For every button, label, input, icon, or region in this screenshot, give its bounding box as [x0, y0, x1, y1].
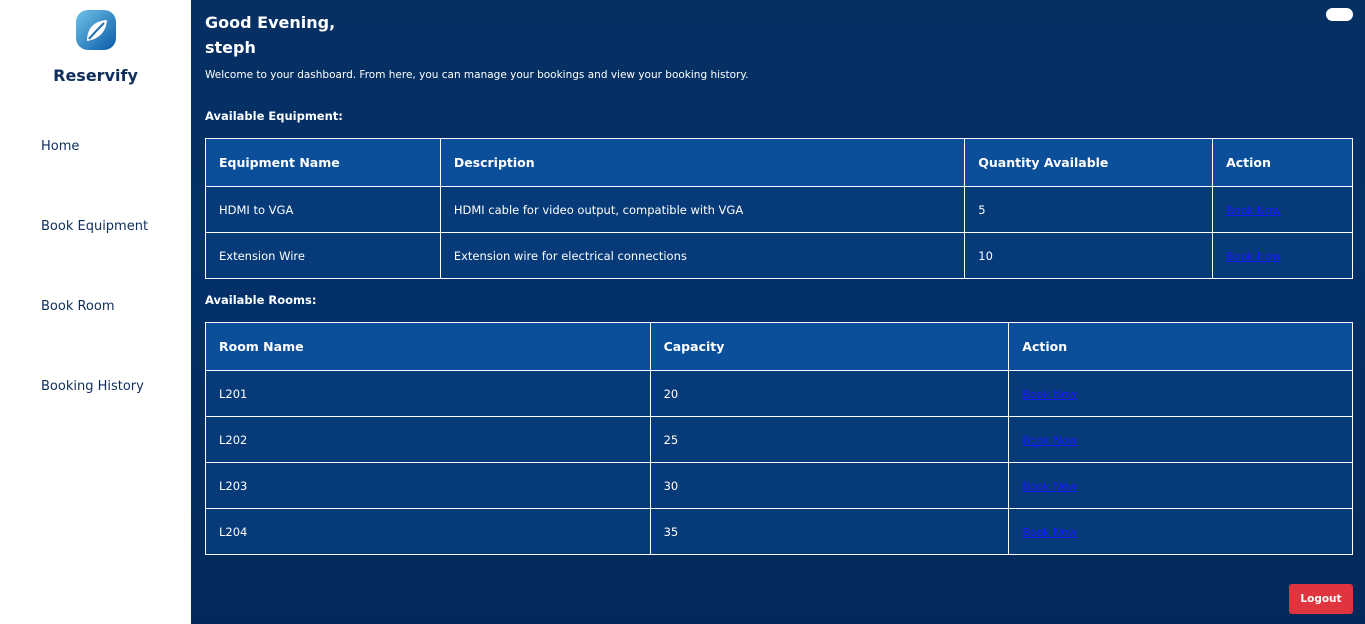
table-header-row: Room Name Capacity Action	[205, 322, 1353, 371]
action-cell: Book Now	[1212, 186, 1353, 233]
table-row: Extension Wire Extension wire for electr…	[205, 232, 1353, 279]
column-header: Quantity Available	[964, 138, 1214, 187]
book-now-link[interactable]: Book Now	[1022, 434, 1077, 447]
sidebar: Reservify Home Book Equipment Book Room …	[0, 0, 191, 624]
column-header: Equipment Name	[205, 138, 441, 187]
equipment-name: Extension Wire	[205, 232, 441, 279]
logout-button[interactable]: Logout	[1289, 584, 1353, 614]
theme-toggle[interactable]	[1326, 8, 1353, 21]
equipment-name: HDMI to VGA	[205, 186, 441, 233]
equipment-table: Equipment Name Description Quantity Avai…	[205, 138, 1353, 279]
room-name: L204	[205, 508, 651, 555]
action-cell: Book Now	[1008, 508, 1353, 555]
user-name: steph	[205, 38, 256, 57]
equipment-quantity: 5	[964, 186, 1214, 233]
rooms-section-title: Available Rooms:	[205, 293, 317, 307]
table-header-row: Equipment Name Description Quantity Avai…	[205, 138, 1353, 187]
room-capacity: 25	[649, 416, 1010, 463]
action-cell: Book Now	[1008, 370, 1353, 417]
table-row: HDMI to VGA HDMI cable for video output,…	[205, 186, 1353, 233]
nav-home[interactable]: Home	[41, 139, 79, 154]
book-now-link[interactable]: Book Now	[1226, 250, 1281, 263]
room-name: L201	[205, 370, 651, 417]
room-name: L202	[205, 416, 651, 463]
equipment-description: HDMI cable for video output, compatible …	[439, 186, 966, 233]
table-row: L203 30 Book Now	[205, 462, 1353, 509]
equipment-quantity: 10	[964, 232, 1214, 279]
column-header: Capacity	[649, 322, 1010, 371]
welcome-text: Welcome to your dashboard. From here, yo…	[205, 69, 749, 81]
nav-book-room[interactable]: Book Room	[41, 299, 115, 314]
greeting-line: Good Evening,	[205, 13, 336, 32]
equipment-description: Extension wire for electrical connection…	[439, 232, 966, 279]
nav-book-equipment[interactable]: Book Equipment	[41, 219, 148, 234]
action-cell: Book Now	[1212, 232, 1353, 279]
logo	[0, 8, 191, 56]
table-row: L201 20 Book Now	[205, 370, 1353, 417]
book-now-link[interactable]: Book Now	[1022, 480, 1077, 493]
brand-name: Reservify	[53, 66, 138, 85]
column-header: Action	[1212, 138, 1353, 187]
action-cell: Book Now	[1008, 416, 1353, 463]
leaf-logo-icon	[75, 10, 116, 50]
room-name: L203	[205, 462, 651, 509]
action-cell: Book Now	[1008, 462, 1353, 509]
room-capacity: 35	[649, 508, 1010, 555]
book-now-link[interactable]: Book Now	[1022, 388, 1077, 401]
book-now-link[interactable]: Book Now	[1226, 204, 1281, 217]
room-capacity: 30	[649, 462, 1010, 509]
table-row: L204 35 Book Now	[205, 508, 1353, 555]
equipment-section-title: Available Equipment:	[205, 109, 343, 123]
rooms-table: Room Name Capacity Action L201 20 Book N…	[205, 322, 1353, 555]
table-row: L202 25 Book Now	[205, 416, 1353, 463]
column-header: Room Name	[205, 322, 651, 371]
main-content: Good Evening, steph Welcome to your dash…	[191, 0, 1365, 624]
book-now-link[interactable]: Book Now	[1022, 526, 1077, 539]
greeting: Good Evening, steph	[205, 10, 335, 60]
column-header: Action	[1008, 322, 1353, 371]
column-header: Description	[439, 138, 966, 187]
nav-booking-history[interactable]: Booking History	[41, 379, 144, 394]
room-capacity: 20	[649, 370, 1010, 417]
